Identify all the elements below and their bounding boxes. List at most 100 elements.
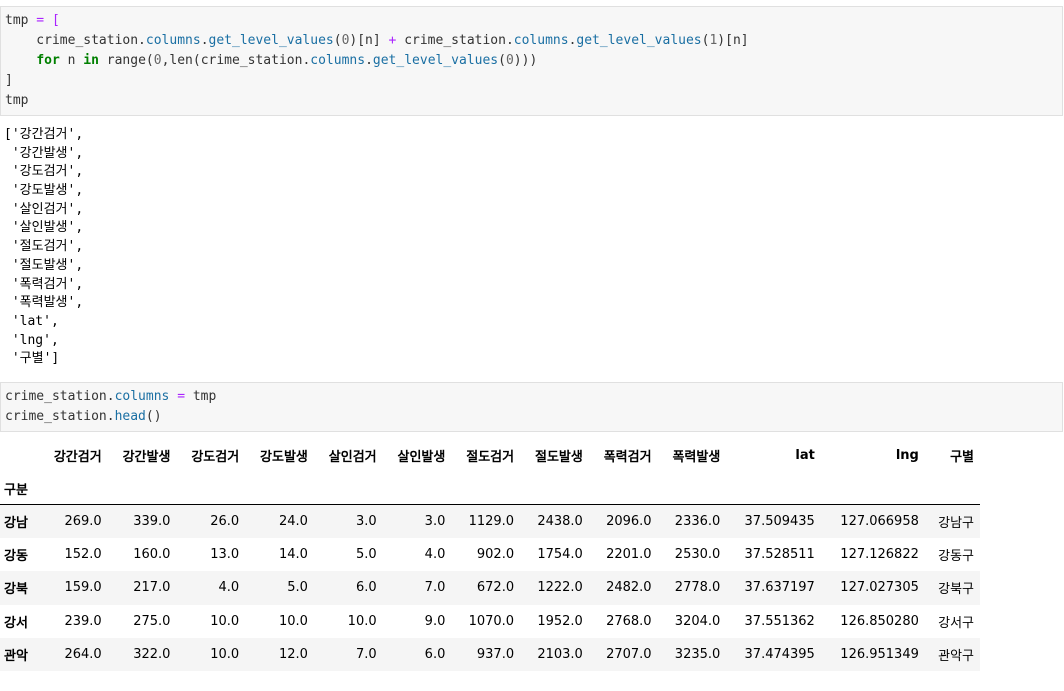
output-line: '폭력발생',	[4, 295, 84, 311]
corner-cell	[0, 439, 39, 472]
index-name-row: 구분	[0, 472, 980, 505]
table-cell: 강북구	[938, 582, 974, 598]
table-cell: 7.0	[355, 647, 377, 663]
table-cell: 2103.0	[537, 647, 583, 663]
table-cell: 3204.0	[674, 613, 721, 629]
table-cell: 5.0	[287, 580, 308, 596]
table-cell: 902.0	[476, 547, 515, 563]
output-line: ['강간검거',	[4, 127, 84, 142]
code-line-4: ]	[5, 73, 13, 88]
table-cell: 5.0	[355, 547, 377, 563]
table-cell: 37.474395	[744, 647, 815, 663]
table-cell: 10.0	[347, 613, 377, 629]
table-cell: 37.551362	[744, 613, 815, 629]
table-cell: 159.0	[64, 580, 102, 596]
table-cell: 127.126822	[840, 547, 919, 563]
row-index: 강서	[4, 615, 28, 631]
output-line: '절도발생',	[4, 257, 84, 273]
row-index: 관악	[4, 649, 28, 665]
code-line-5: tmp	[5, 93, 29, 108]
code-cell-1[interactable]: tmp = [ crime_station.columns.get_level_…	[0, 6, 1063, 116]
table-cell: 9.0	[424, 613, 446, 629]
table-cell: 2201.0	[606, 547, 652, 563]
table-cell: 2768.0	[606, 613, 652, 629]
table-cell: 2707.0	[606, 647, 652, 663]
table-cell: 126.951349	[840, 647, 919, 663]
table-cell: 37.509435	[744, 513, 815, 529]
column-header: 강간발생	[122, 450, 171, 465]
output-line: '절도검거',	[4, 239, 84, 255]
table-cell: 관악구	[938, 649, 974, 665]
column-header: 구별	[950, 450, 974, 465]
output-line: '살인검거',	[4, 201, 84, 217]
column-header: 폭력발생	[672, 450, 721, 465]
code-line-2: crime_station.columns.get_level_values(0…	[5, 33, 749, 48]
table-cell: 2438.0	[537, 513, 583, 529]
table-cell: 4.0	[424, 547, 446, 563]
table-cell: 152.0	[64, 547, 102, 563]
row-index: 강남	[4, 515, 28, 531]
output-line: '구별']	[4, 351, 60, 367]
index-name: 구분	[4, 482, 28, 498]
output-list: ['강간검거', '강간발생', '강도검거', '강도발생', '살인검거',…	[0, 126, 1060, 369]
column-header: 살인발생	[397, 450, 446, 465]
table-cell: 4.0	[218, 580, 240, 596]
table-cell: 2530.0	[674, 547, 721, 563]
dataframe-table: 강간검거 강간발생 강도검거 강도발생 살인검거 살인발생 절도검거 절도발생 …	[0, 439, 980, 672]
table-cell: 1222.0	[537, 580, 583, 596]
table-cell: 239.0	[64, 613, 102, 629]
table-row: 강남 269.0 339.0 26.0 24.0 3.0 3.0 1129.0 2438.0 20…	[0, 504, 980, 538]
column-header: lat	[795, 448, 815, 463]
table-cell: 1070.0	[468, 613, 515, 629]
table-cell: 339.0	[133, 513, 171, 529]
code-line-1: tmp = [	[5, 13, 60, 28]
table-cell: 217.0	[133, 580, 171, 596]
column-header: 강간검거	[53, 450, 102, 465]
table-cell: 2778.0	[674, 580, 721, 596]
table-cell: 127.066958	[840, 513, 919, 529]
column-header: 절도검거	[466, 450, 515, 465]
table-cell: 937.0	[476, 647, 515, 663]
table-cell: 강서구	[938, 615, 974, 631]
table-cell: 6.0	[424, 647, 446, 663]
table-cell: 6.0	[355, 580, 377, 596]
table-cell: 2336.0	[674, 513, 721, 529]
table-cell: 264.0	[64, 647, 102, 663]
column-header: 강도발생	[260, 450, 308, 465]
table-row: 강서 239.0 275.0 10.0 10.0 10.0 9.0 1070.0 1952.0 2…	[0, 605, 980, 638]
table-cell: 37.637197	[744, 580, 815, 596]
output-line: '강도검거',	[4, 164, 84, 180]
table-cell: 2482.0	[606, 580, 652, 596]
table-cell: 14.0	[278, 547, 308, 563]
table-cell: 127.027305	[840, 580, 919, 596]
table-cell: 13.0	[210, 547, 240, 563]
code-line-3: for n in range(0,len(crime_station.colum…	[36, 53, 538, 68]
table-cell: 7.0	[424, 580, 446, 596]
column-header: 절도발생	[534, 450, 583, 465]
table-cell: 275.0	[133, 613, 171, 629]
column-header: 강도검거	[191, 450, 240, 465]
column-header: 폭력검거	[603, 450, 652, 465]
table-cell: 3.0	[424, 513, 446, 529]
code-line-1: crime_station.columns = tmp	[5, 389, 217, 404]
table-cell: 10.0	[210, 613, 240, 629]
table-cell: 322.0	[133, 647, 171, 663]
table-row: 강동 152.0 160.0 13.0 14.0 5.0 4.0 902.0 1754.0 220…	[0, 538, 980, 571]
table-cell: 강남구	[938, 515, 974, 531]
table-cell: 3235.0	[674, 647, 721, 663]
table-cell: 10.0	[210, 647, 240, 663]
output-line: '폭력검거',	[4, 276, 84, 292]
table-cell: 672.0	[476, 580, 515, 596]
table-row: 관악 264.0 322.0 10.0 12.0 7.0 6.0 937.0 2103.0 270…	[0, 638, 980, 672]
output-line: '강간발생',	[4, 145, 84, 161]
column-header: lng	[895, 448, 919, 463]
table-cell: 1952.0	[537, 613, 583, 629]
row-index: 강동	[4, 549, 28, 565]
output-line: 'lat',	[4, 313, 59, 329]
table-row: 강북 159.0 217.0 4.0 5.0 6.0 7.0 672.0 1222.0 2482.…	[0, 571, 980, 605]
code-cell-2[interactable]: crime_station.columns = tmp crime_statio…	[0, 382, 1063, 432]
output-line: '강도발생',	[4, 183, 84, 199]
table-cell: 26.0	[210, 513, 240, 529]
table-cell: 2096.0	[606, 513, 652, 529]
table-cell: 1129.0	[468, 513, 515, 529]
